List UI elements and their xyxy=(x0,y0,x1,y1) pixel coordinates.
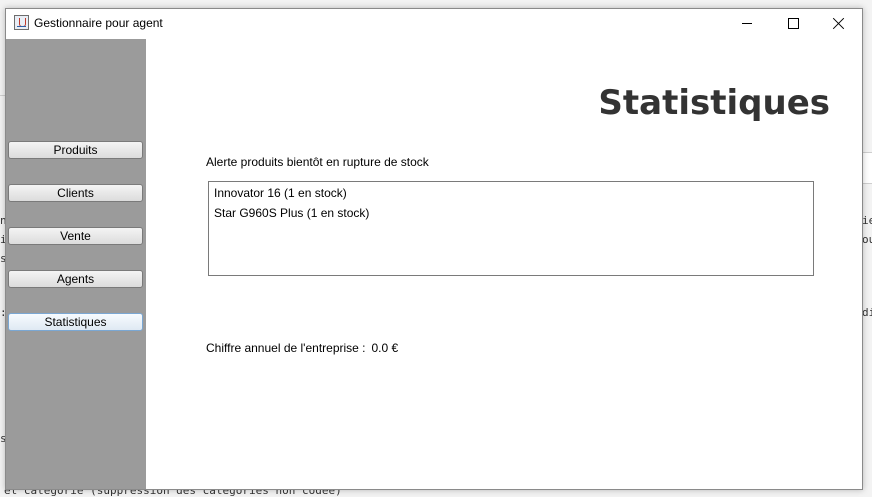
java-app-icon xyxy=(14,15,29,30)
nav-button-statistiques[interactable]: Statistiques xyxy=(8,313,143,331)
nav-button-clients[interactable]: Clients xyxy=(8,184,143,202)
annual-revenue-value: 0.0 € xyxy=(371,341,399,355)
window-title: Gestionnaire pour agent xyxy=(34,16,163,30)
list-item[interactable]: Star G960S Plus (1 en stock) xyxy=(214,206,369,220)
background-text-fragment: ie xyxy=(862,214,872,227)
title-bar[interactable]: Gestionnaire pour agent xyxy=(6,9,862,38)
nav-button-vente[interactable]: Vente xyxy=(8,227,143,245)
annual-revenue-row: Chiffre annuel de l'entreprise : 0.0 € xyxy=(206,341,398,355)
page-title: Statistiques xyxy=(598,83,830,123)
maximize-icon xyxy=(788,18,799,29)
background-text-fragment: ou xyxy=(862,233,872,246)
nav-button-agents[interactable]: Agents xyxy=(8,270,143,288)
maximize-button[interactable] xyxy=(770,9,816,38)
low-stock-alert-label: Alerte produits bientôt en rupture de st… xyxy=(206,155,429,169)
close-button[interactable] xyxy=(816,9,862,38)
statistics-panel: Statistiques Alerte produits bientôt en … xyxy=(146,39,862,489)
app-window: Gestionnaire pour agent Produits Clients… xyxy=(5,8,863,490)
background-input-box xyxy=(862,152,872,184)
nav-button-produits[interactable]: Produits xyxy=(8,141,143,159)
annual-revenue-label: Chiffre annuel de l'entreprise : xyxy=(206,341,366,355)
close-icon xyxy=(832,17,845,30)
list-item[interactable]: Innovator 16 (1 en stock) xyxy=(214,186,347,200)
low-stock-list[interactable]: Innovator 16 (1 en stock) Star G960S Plu… xyxy=(208,181,814,276)
background-text-fragment: di xyxy=(862,306,872,319)
minimize-button[interactable] xyxy=(724,9,770,38)
minimize-icon xyxy=(742,23,752,24)
sidebar: Produits Clients Vente Agents Statistiqu… xyxy=(6,39,146,489)
